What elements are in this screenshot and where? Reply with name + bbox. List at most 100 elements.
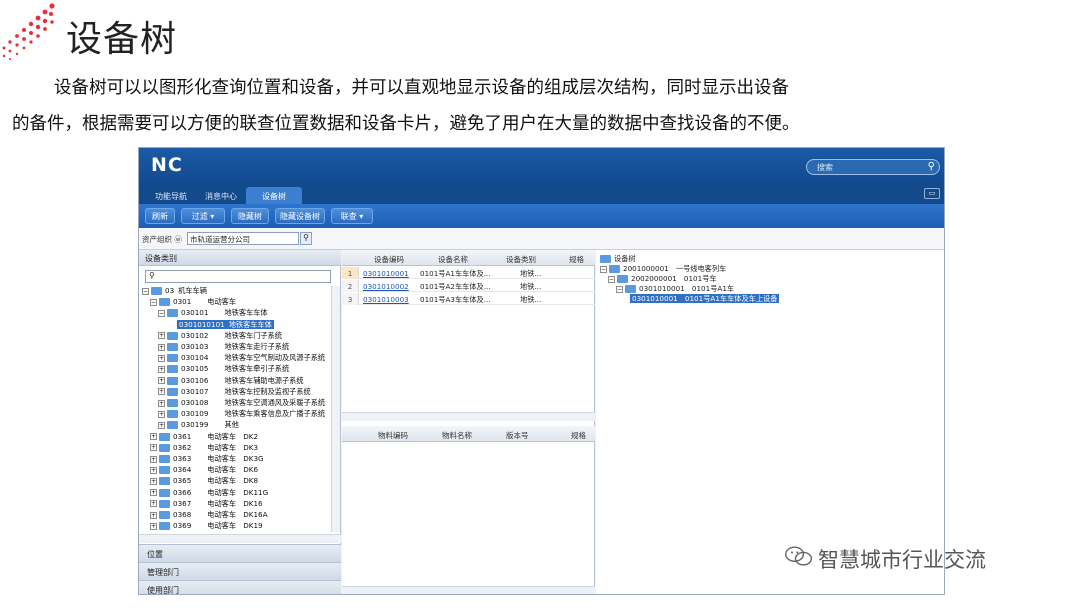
tree-node-label: 电动客车 DK3G [207,454,264,463]
collapse-icon[interactable]: − [600,265,607,273]
collapse-icon[interactable]: − [608,275,615,283]
col-spec[interactable]: 规格 [569,254,584,265]
expand-icon[interactable]: + [158,377,165,385]
accordion-usage-dept[interactable]: 使用部门 [139,580,341,594]
expand-icon[interactable]: + [150,500,157,508]
tree-vertical-scrollbar[interactable] [331,286,340,532]
collapse-icon[interactable]: − [616,285,623,293]
intro-paragraph-line2: 的备件，根据需要可以方便的联查位置数据和设备卡片，避免了用户在大量的数据中查找设… [12,114,800,134]
expand-icon[interactable]: + [150,455,157,463]
tree-node[interactable]: +030106 地铁客车辅助电源子系统 [158,376,324,387]
tree-node[interactable]: +030104 地铁客车空气制动及风源子系统 [158,353,325,364]
folder-icon [600,255,611,263]
accordion-location[interactable]: 位置 [139,544,341,562]
equipment-tree-node[interactable]: 0301010001 0101号A1车车体及车上设备 [630,294,780,304]
collapse-icon[interactable]: − [142,287,149,295]
expand-icon[interactable]: + [150,477,157,485]
window-toggle-icon[interactable]: ▭ [924,188,940,199]
tree-node[interactable]: +0364 电动客车 DK6 [150,465,324,476]
col-equipment-code[interactable]: 设备编码 [374,254,404,265]
tree-node[interactable]: 0301010101 地铁客车车体 [166,319,324,331]
tree-node-code: 0367 [173,498,192,508]
tree-node[interactable]: +030102 地铁客车门子系统 [158,331,324,342]
expand-icon[interactable]: + [158,421,165,429]
col-material-name[interactable]: 物料名称 [442,430,472,441]
tree-node[interactable]: +030108 地铁客车空调通风及采暖子系统 [158,398,325,409]
equipment-category-cell: 地铁... [520,269,542,278]
table-row[interactable]: 1 0301010001 0101号A1车车体及... 地铁... [342,267,595,279]
tree-node[interactable]: +0363 电动客车 DK3G [150,454,324,465]
equipment-tree-label: 2001000001 一号线电客列车 [623,264,727,273]
table-row[interactable]: 3 0301010003 0101号A3车车体及... 地铁... [342,293,595,305]
tab-function-nav[interactable]: 功能导航 [145,187,197,204]
equipment-tree-node[interactable]: − 0301010001 0101号A1车 [616,284,734,294]
expand-icon[interactable]: + [158,410,165,418]
refresh-button[interactable]: 刷新 [145,208,175,224]
material-grid-scrollbar[interactable] [342,586,595,594]
expand-icon[interactable]: + [158,388,165,396]
equipment-code-link[interactable]: 0301010002 [363,282,415,291]
search-icon[interactable]: ⚲ [928,161,935,172]
tree-node[interactable]: +030105 地铁客车牵引子系统 [158,364,324,375]
tab-equipment-tree[interactable]: 设备树 [246,187,302,204]
col-material-spec[interactable]: 规格 [571,430,586,441]
filter-dropdown-button[interactable]: 过滤 ▾ [181,208,225,224]
accordion-management-dept[interactable]: 管理部门 [139,562,341,580]
equipment-tree-node[interactable]: − 2001000001 一号线电客列车 [600,264,726,274]
tree-node-code: 030108 [181,398,209,407]
expand-icon[interactable]: + [158,399,165,407]
tree-horizontal-scrollbar[interactable] [139,534,341,543]
table-row[interactable]: 2 0301010002 0101号A2车车体及... 地铁... [342,280,595,292]
collapse-icon[interactable]: − [158,309,165,317]
category-search-input[interactable]: ⚲ [145,270,331,283]
expand-icon[interactable]: + [150,444,157,452]
col-equipment-name[interactable]: 设备名称 [438,254,468,265]
expand-icon[interactable]: + [158,365,165,373]
tree-node[interactable]: +030107 地铁客车控制及监视子系统 [158,387,324,398]
collapse-icon[interactable]: − [150,298,157,306]
page-title: 设备树 [66,19,178,60]
category-panel-header[interactable]: 设备类别 [139,250,341,266]
tree-node[interactable]: +030109 地铁客车乘客信息及广播子系统 [158,409,325,420]
expand-icon[interactable]: + [150,489,157,497]
asset-org-search-icon[interactable]: ⚲ [300,232,312,245]
tree-node[interactable]: − 0301 电动客车 [150,297,324,308]
tree-node-label: 地铁客车车体 [226,319,274,329]
tree-node[interactable]: +0369 电动客车 DK19 [150,521,324,532]
hide-equipment-tree-button[interactable]: 隐藏设备树 [275,208,325,224]
equipment-tree-node[interactable]: − 2002000001 0101号车 [608,274,717,284]
equipment-tree-node[interactable]: 设备树 [600,254,636,264]
tree-node[interactable]: +0366 电动客车 DK11G [150,488,324,499]
global-search-input[interactable]: 搜索 ⚲ [806,159,940,175]
tree-node[interactable]: +030103 地铁客车走行子系统 [158,342,324,353]
link-query-dropdown-button[interactable]: 联查 ▾ [331,208,373,224]
expand-icon[interactable]: + [158,343,165,351]
hide-tree-button[interactable]: 隐藏树 [231,208,269,224]
expand-icon[interactable]: + [150,433,157,441]
tree-node[interactable]: − 030101 地铁客车车体 [158,308,324,319]
tree-node[interactable]: +0368 电动客车 DK16A [150,510,324,521]
asset-org-input[interactable]: 市轨道运营分公司 [187,232,299,245]
col-version[interactable]: 版本号 [506,430,529,441]
expand-icon[interactable]: + [158,332,165,340]
equipment-code-link[interactable]: 0301010003 [363,295,415,304]
expand-icon[interactable]: + [150,522,157,530]
tree-node[interactable]: +0367 电动客车 DK16 [150,499,324,510]
equipment-tree-label: 2002000001 0101号车 [631,274,717,283]
expand-icon[interactable]: + [158,354,165,362]
tree-node[interactable]: +030199 其他 [158,420,324,431]
col-equipment-category[interactable]: 设备类别 [506,254,536,265]
tree-node[interactable]: +0361 电动客车 DK2 [150,432,324,443]
tree-node[interactable]: − 03 机车车辆 [142,286,324,297]
col-material-code[interactable]: 物料编码 [378,430,408,441]
tree-node-label: 机车车辆 [178,286,207,295]
tree-node-code: 030102 [181,330,209,340]
grid-horizontal-scrollbar[interactable] [342,412,595,421]
tree-node-code: 0301010101 [177,319,227,329]
tab-message-center[interactable]: 消息中心 [197,187,245,204]
expand-icon[interactable]: + [150,466,157,474]
equipment-code-link[interactable]: 0301010001 [363,269,415,278]
tree-node[interactable]: +0365 电动客车 DK8 [150,476,324,487]
expand-icon[interactable]: + [150,511,157,519]
tree-node[interactable]: +0362 电动客车 DK3 [150,443,324,454]
